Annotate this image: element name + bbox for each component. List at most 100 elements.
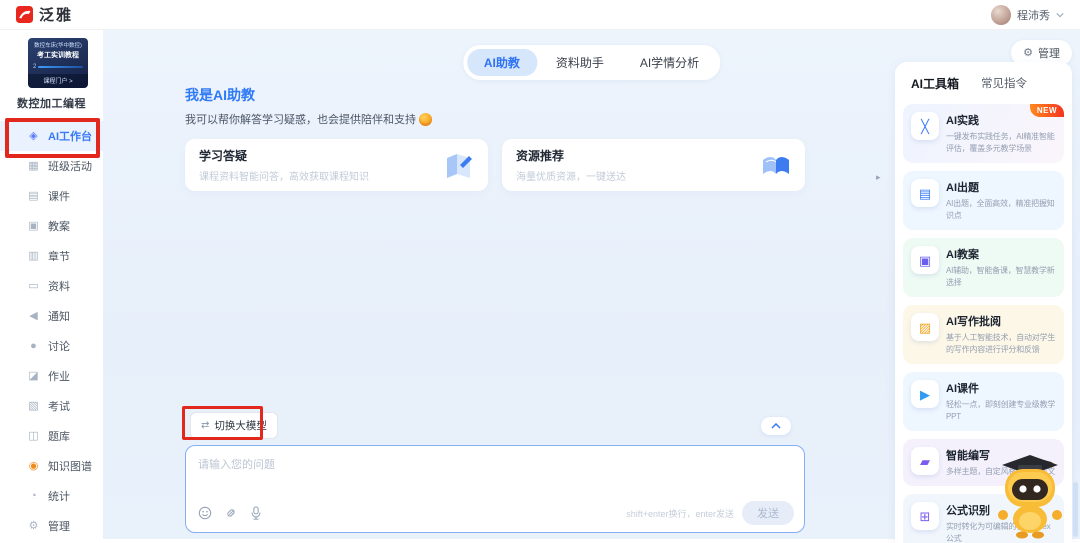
formula-recognition-icon: ⊞ bbox=[911, 502, 939, 530]
folder-pen-icon bbox=[444, 152, 474, 178]
sidebar-item-lesson-plan[interactable]: ▣ 教案 bbox=[0, 211, 103, 241]
send-button[interactable]: 发送 bbox=[742, 501, 794, 525]
course-progress: 2 bbox=[28, 64, 88, 70]
course-portal-link[interactable]: 课程门户 > bbox=[28, 74, 88, 88]
switch-model-button[interactable]: ⇄ 切换大模型 bbox=[190, 412, 278, 439]
smart-writing-icon: ▰ bbox=[911, 447, 939, 475]
lesson-plan-icon: ▣ bbox=[27, 221, 40, 232]
microphone-icon[interactable] bbox=[250, 506, 262, 520]
sidebar-item-exam[interactable]: ▧ 考试 bbox=[0, 391, 103, 421]
tool-desc: 基于人工智能技术，自动对学生的写作内容进行评分和反馈 bbox=[946, 332, 1057, 356]
tool-title: AI出题 bbox=[946, 179, 1057, 195]
manage-button-label: 管理 bbox=[1038, 45, 1060, 61]
tab-ai-assistant[interactable]: AI助教 bbox=[467, 49, 537, 76]
sidebar-item-class-activity[interactable]: ▦ 班级活动 bbox=[0, 151, 103, 181]
tool-title: AI写作批阅 bbox=[946, 313, 1057, 329]
hug-face-emoji bbox=[419, 113, 432, 126]
sidebar-item-statistics[interactable]: ◔ 统计 bbox=[0, 481, 103, 511]
sidebar-item-chapters[interactable]: ▥ 章节 bbox=[0, 241, 103, 271]
open-book-icon bbox=[761, 152, 791, 178]
ai-workbench-icon: ◈ bbox=[27, 131, 40, 142]
composer-icons bbox=[198, 506, 262, 520]
feature-cards: 学习答疑 课程资料智能问答，高效获取课程知识 资源推荐 海量优质资源，一键送达 bbox=[185, 139, 805, 191]
tool-ai-practice[interactable]: ╳ AI实践 一键发布实践任务，AI精准智能评估，覆盖多元教学场景 NEW bbox=[903, 104, 1064, 163]
tool-title: AI课件 bbox=[946, 380, 1057, 396]
emoji-icon[interactable] bbox=[198, 506, 212, 520]
tab-ai-learning-analysis[interactable]: AI学情分析 bbox=[623, 49, 716, 76]
card-title: 学习答疑 bbox=[199, 147, 369, 164]
tool-ai-writing-review[interactable]: ▨ AI写作批阅 基于人工智能技术，自动对学生的写作内容进行评分和反馈 bbox=[903, 305, 1064, 364]
card-desc: 课程资料智能问答，高效获取课程知识 bbox=[199, 168, 369, 183]
app-logo[interactable]: 泛雅 bbox=[16, 4, 73, 25]
sidebar-item-ai-workbench[interactable]: ◈ AI工作台 bbox=[0, 121, 103, 151]
chat-column: 我是AI助教 我可以帮你解答学习疑惑，也会提供陪伴和支持 学习答疑 课程资料智能… bbox=[185, 30, 805, 539]
robot-mascot[interactable] bbox=[994, 453, 1066, 539]
sidebar-item-manage[interactable]: ⚙ 管理 bbox=[0, 511, 103, 541]
fanya-logo-icon bbox=[16, 6, 33, 23]
sidebar-item-question-bank[interactable]: ◫ 题库 bbox=[0, 421, 103, 451]
tab-ai-toolbox[interactable]: AI工具箱 bbox=[911, 75, 959, 92]
tool-desc: AI出题，全面高效，精准把握知识点 bbox=[946, 198, 1057, 222]
ai-courseware-icon: ▶ bbox=[911, 380, 939, 408]
scrollbar-thumb[interactable] bbox=[1073, 482, 1078, 537]
tool-body: AI实践 一键发布实践任务，AI精准智能评估，覆盖多元教学场景 bbox=[946, 112, 1057, 155]
question-bank-icon: ◫ bbox=[27, 431, 40, 442]
tool-title: AI教案 bbox=[946, 246, 1057, 262]
course-sidebar: 数控车床(华中数控) 考工实训教程 2 课程门户 > 数控加工编程 ◈ AI工作… bbox=[0, 30, 103, 539]
sidebar-item-label: 考试 bbox=[48, 398, 70, 414]
attachment-link-icon[interactable] bbox=[224, 506, 238, 520]
sidebar-item-notice[interactable]: ◀ 通知 bbox=[0, 301, 103, 331]
tab-material-helper[interactable]: 资料助手 bbox=[539, 49, 621, 76]
ai-writing-review-icon: ▨ bbox=[911, 313, 939, 341]
tool-desc: 轻松一点，即刻创建专业级教学PPT bbox=[946, 399, 1057, 423]
user-menu[interactable]: 程沛秀 bbox=[991, 5, 1064, 25]
card-learning-qa[interactable]: 学习答疑 课程资料智能问答，高效获取课程知识 bbox=[185, 139, 488, 191]
sidebar-item-label: 教案 bbox=[48, 218, 70, 234]
sidebar-item-discussion[interactable]: ● 讨论 bbox=[0, 331, 103, 361]
sidebar-item-label: 资料 bbox=[48, 278, 70, 294]
switch-row: ⇄ 切换大模型 bbox=[190, 412, 791, 439]
card-resource-recommend[interactable]: 资源推荐 海量优质资源，一键送达 bbox=[502, 139, 805, 191]
sidebar-item-knowledge-graph[interactable]: ◉ 知识图谱 bbox=[0, 451, 103, 481]
tool-ai-lesson-plan[interactable]: ▣ AI教案 AI辅助，智能备课，智慧教学新选择 bbox=[903, 238, 1064, 297]
card-resource-texts: 资源推荐 海量优质资源，一键送达 bbox=[516, 147, 626, 183]
sidebar-item-label: 管理 bbox=[48, 518, 70, 534]
homework-icon: ◪ bbox=[27, 371, 40, 382]
question-input[interactable] bbox=[198, 456, 792, 502]
sidebar-item-label: 题库 bbox=[48, 428, 70, 444]
notice-icon: ◀ bbox=[27, 311, 40, 322]
sidebar-item-materials[interactable]: ▭ 资料 bbox=[0, 271, 103, 301]
tool-ai-question[interactable]: ▤ AI出题 AI出题，全面高效，精准把握知识点 bbox=[903, 171, 1064, 230]
sidebar-item-label: 课件 bbox=[48, 188, 70, 204]
exam-icon: ▧ bbox=[27, 401, 40, 412]
tool-body: AI教案 AI辅助，智能备课，智慧教学新选择 bbox=[946, 246, 1057, 289]
tool-body: AI写作批阅 基于人工智能技术，自动对学生的写作内容进行评分和反馈 bbox=[946, 313, 1057, 356]
card-desc: 海量优质资源，一键送达 bbox=[516, 168, 626, 183]
app-name: 泛雅 bbox=[39, 4, 73, 25]
panel-collapse-handle[interactable]: ▸ bbox=[876, 172, 881, 183]
swap-arrows-icon: ⇄ bbox=[201, 421, 209, 431]
sidebar-item-label: 通知 bbox=[48, 308, 70, 324]
chevron-up-icon bbox=[771, 423, 781, 429]
tools-panel-tabs: AI工具箱 常见指令 bbox=[895, 62, 1072, 102]
tool-ai-courseware[interactable]: ▶ AI课件 轻松一点，即刻创建专业级教学PPT bbox=[903, 372, 1064, 431]
composer-cluster: ⇄ 切换大模型 bbox=[185, 412, 805, 533]
course-cover[interactable]: 数控车床(华中数控) 考工实训教程 2 课程门户 > bbox=[28, 38, 88, 88]
greeting-subtitle: 我可以帮你解答学习疑惑，也会提供陪伴和支持 bbox=[185, 111, 805, 127]
tab-common-commands[interactable]: 常见指令 bbox=[981, 75, 1027, 92]
composer-toolbar: shift+enter换行，enter发送 发送 bbox=[198, 501, 794, 525]
tool-desc: 一键发布实践任务，AI精准智能评估，覆盖多元教学场景 bbox=[946, 131, 1057, 155]
sidebar-item-label: 知识图谱 bbox=[48, 458, 92, 474]
assistant-tabbar: AI助教 资料助手 AI学情分析 bbox=[463, 45, 720, 80]
statistics-icon: ◔ bbox=[27, 491, 40, 502]
topbar: 泛雅 程沛秀 bbox=[0, 0, 1080, 30]
ai-practice-icon: ╳ bbox=[911, 112, 939, 140]
chevron-down-icon bbox=[1056, 11, 1064, 19]
send-hint: shift+enter换行，enter发送 bbox=[626, 507, 734, 520]
sidebar-item-label: 统计 bbox=[48, 488, 70, 504]
greeting-subtitle-text: 我可以帮你解答学习疑惑，也会提供陪伴和支持 bbox=[185, 111, 416, 127]
sidebar-item-courseware[interactable]: ▤ 课件 bbox=[0, 181, 103, 211]
collapse-button[interactable] bbox=[761, 417, 791, 435]
sidebar-item-homework[interactable]: ◪ 作业 bbox=[0, 361, 103, 391]
course-progress-number: 2 bbox=[33, 64, 36, 70]
